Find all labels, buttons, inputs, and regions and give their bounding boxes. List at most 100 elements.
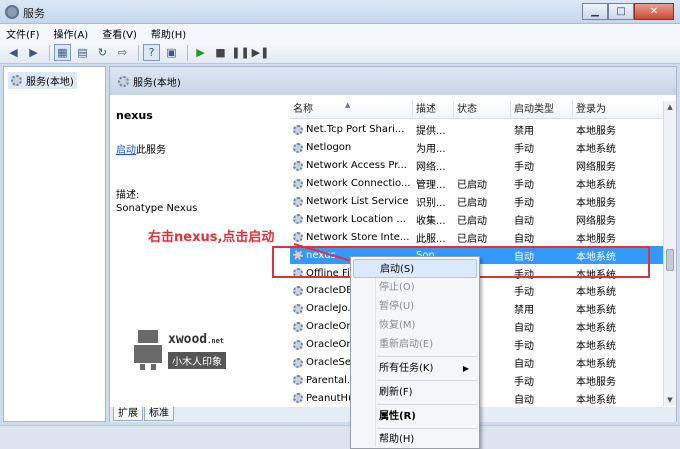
service-startup-cell: 自动 (514, 215, 534, 227)
watermark-subtitle: 小木人印象 (168, 352, 226, 369)
menu-item-help[interactable]: 帮助(H) (353, 430, 477, 449)
column-startup-type[interactable]: 启动类型 (511, 101, 573, 119)
service-logon-cell: 本地系统 (576, 323, 616, 335)
description-value: Sonatype Nexus (116, 203, 198, 214)
table-row[interactable]: Network Access Pr... 网络... 手动 网络服务 (290, 157, 663, 175)
service-desc-cell: 网络... (416, 162, 446, 174)
back-icon[interactable]: ◀ (5, 44, 22, 61)
table-row[interactable]: Net.Tcp Port Shari... 提供... 禁用 本地服务 (290, 121, 663, 139)
menu-item-pause[interactable]: 暂停(U) (353, 297, 477, 316)
service-startup-cell: 手动 (514, 341, 534, 353)
service-name-cell: Netlogon (290, 142, 413, 153)
toolbar-separator (49, 44, 50, 61)
console-tree-icon[interactable]: ▦ (54, 44, 71, 61)
column-name[interactable]: ▲ 名称 (290, 101, 413, 119)
menu-item-start[interactable]: 启动(S) (353, 259, 477, 278)
menu-item-refresh[interactable]: 刷新(F) (353, 383, 477, 402)
refresh-icon[interactable]: ↻ (94, 44, 111, 61)
table-row[interactable]: Network Store Inte... 此服... 已启动 自动 本地服务 (290, 228, 663, 246)
gear-icon (293, 178, 303, 189)
menu-item-all-tasks[interactable]: 所有任务(K) ▶ (353, 359, 477, 378)
pane-header: 服务(本地) (110, 67, 676, 95)
menu-file[interactable]: 文件(F) (6, 26, 40, 41)
stop-icon[interactable]: ■ (212, 44, 229, 61)
pane-header-title: 服务(本地) (133, 77, 181, 89)
service-startup-cell: 自动 (514, 233, 534, 245)
export-icon[interactable]: ⇨ (114, 44, 131, 61)
gear-icon (293, 357, 303, 368)
close-button[interactable]: ✕ (634, 3, 674, 20)
start-icon[interactable]: ▶ (192, 44, 209, 61)
table-row[interactable]: Network List Service 识别... 已启动 手动 本地服务 (290, 193, 663, 211)
view-icon[interactable]: ▣ (163, 44, 180, 61)
description-label: 描述: (116, 190, 140, 201)
column-logon-as[interactable]: 登录为 (573, 101, 663, 119)
watermark-logo: xwood.net 小木人印象 (132, 330, 242, 370)
minimize-button[interactable]: ▁ (582, 3, 608, 20)
start-service-link[interactable]: 启动 (116, 145, 136, 156)
service-logon-cell: 本地系统 (576, 305, 616, 317)
service-status-cell: 已启动 (457, 215, 487, 227)
gear-icon (293, 375, 303, 386)
service-startup-cell: 手动 (514, 376, 534, 388)
menu-item-stop[interactable]: 停止(O) (353, 278, 477, 297)
tab-standard[interactable]: 标准 (144, 407, 174, 421)
table-row[interactable]: Network Connectio... 管理... 已启动 手动 本地系统 (290, 175, 663, 193)
service-desc-cell: 管理... (416, 180, 446, 192)
toolbar-separator (187, 44, 188, 61)
menu-help[interactable]: 帮助(H) (151, 26, 186, 41)
tab-extended[interactable]: 扩展 (113, 407, 143, 421)
restart-icon[interactable]: ▶❚ (252, 44, 270, 61)
menu-action[interactable]: 操作(A) (54, 26, 89, 41)
service-desc-cell: 收集... (416, 215, 446, 227)
service-logon-cell: 本地服务 (576, 126, 616, 138)
tree-node-label: 服务(本地) (26, 77, 74, 88)
gear-icon (118, 75, 129, 87)
instruction-annotation: 右击nexus,点击启动 (148, 230, 275, 245)
gear-icon (11, 75, 22, 86)
service-logon-cell: 本地系统 (576, 341, 616, 353)
gear-icon (293, 285, 303, 296)
gear-icon (293, 124, 303, 135)
menu-item-properties[interactable]: 属性(R) (353, 407, 477, 426)
robot-logo-icon (132, 330, 164, 370)
service-name: nexus (116, 109, 153, 122)
gear-icon (293, 160, 303, 171)
service-logon-cell: 本地系统 (576, 144, 616, 156)
menu-item-resume[interactable]: 恢复(M) (353, 316, 477, 335)
table-row[interactable]: Netlogon 为用... 手动 本地系统 (290, 139, 663, 157)
service-logon-cell: 本地服务 (576, 198, 616, 209)
column-status[interactable]: 状态 (454, 101, 511, 119)
menu-item-restart[interactable]: 重新启动(E) (353, 335, 477, 354)
submenu-arrow-icon: ▶ (462, 364, 469, 373)
gear-icon (293, 196, 303, 207)
gear-icon (293, 214, 303, 225)
vertical-scrollbar[interactable]: ▲ ▼ (663, 101, 676, 406)
menu-view[interactable]: 查看(V) (102, 26, 137, 41)
toolbar-separator (138, 44, 139, 61)
forward-icon[interactable]: ▶ (25, 44, 42, 61)
window-title: 服务 (23, 7, 45, 20)
service-logon-cell: 本地服务 (576, 376, 616, 388)
service-startup-cell: 禁用 (514, 305, 534, 317)
service-startup-cell: 手动 (514, 162, 534, 174)
table-row[interactable]: Network Location ... 收集... 已启动 自动 网络服务 (290, 210, 663, 228)
scroll-down-icon[interactable]: ▼ (664, 394, 676, 406)
start-service-suffix: 此服务 (136, 145, 166, 156)
service-logon-cell: 网络服务 (576, 215, 616, 227)
service-logon-cell: 本地系统 (576, 394, 616, 406)
pause-icon[interactable]: ❚❚ (231, 44, 249, 61)
properties-icon[interactable]: ▤ (74, 44, 91, 61)
scroll-up-icon[interactable]: ▲ (664, 101, 676, 113)
tree-node-services-local[interactable]: 服务(本地) (8, 72, 77, 89)
scroll-thumb[interactable] (666, 249, 674, 271)
service-desc-cell: 此服... (416, 233, 446, 245)
service-logon-cell: 本地系统 (576, 180, 616, 192)
help-icon[interactable]: ? (143, 44, 160, 61)
service-startup-cell: 手动 (514, 287, 534, 299)
sort-arrow-icon: ▲ (345, 101, 351, 109)
column-description[interactable]: 描述 (413, 101, 454, 119)
service-name-cell: Network Access Pr... (290, 160, 413, 171)
menu-separator (377, 428, 477, 429)
maximize-button[interactable]: □ (608, 3, 634, 20)
